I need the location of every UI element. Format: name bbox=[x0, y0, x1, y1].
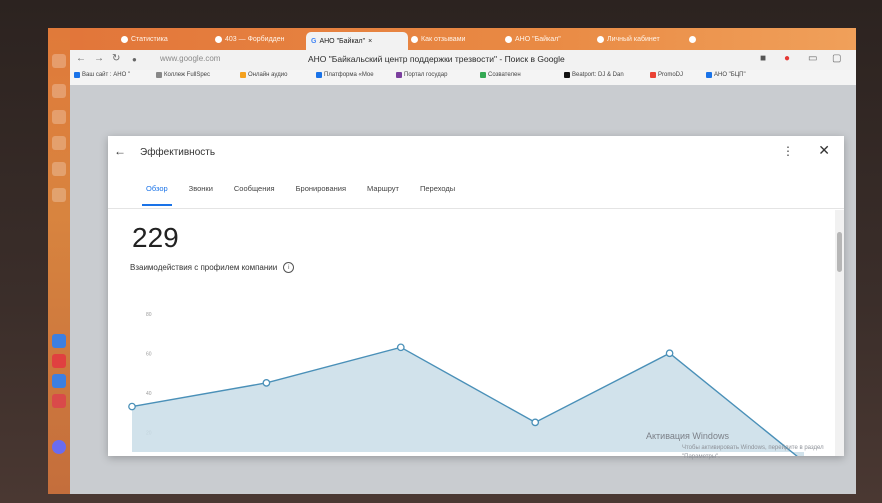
screen: Статистика 403 — Форбидден G АНО "Байкал"… bbox=[48, 28, 856, 494]
bookmark-favicon-icon bbox=[396, 72, 402, 78]
dialog-header: ← Эффективность ⋮ ✕ Обзор Звонки Сообщен… bbox=[108, 136, 844, 209]
tab-2-active[interactable]: G АНО "Байкал" × bbox=[306, 32, 408, 50]
new-tab-button[interactable] bbox=[684, 31, 714, 48]
data-point[interactable] bbox=[396, 343, 405, 352]
bookmark-item[interactable]: Платформа «Мое bbox=[316, 72, 374, 78]
tab-1[interactable]: 403 — Форбидден bbox=[210, 31, 302, 48]
bookmark-item[interactable]: Beatport: DJ & Dan bbox=[564, 72, 624, 78]
interactions-total: 229 bbox=[132, 222, 179, 253]
y-tick-label: 60 bbox=[146, 351, 152, 357]
bookmark-favicon-icon bbox=[240, 72, 246, 78]
tab-0[interactable]: Статистика bbox=[116, 31, 208, 48]
tab-overview[interactable]: Обзор bbox=[142, 178, 172, 206]
plus-icon bbox=[689, 36, 696, 43]
data-point[interactable] bbox=[262, 379, 271, 387]
messenger-icon[interactable] bbox=[52, 334, 66, 348]
youtube-icon[interactable] bbox=[52, 354, 66, 368]
tab-clicks[interactable]: Переходы bbox=[420, 178, 455, 200]
data-point[interactable] bbox=[665, 349, 674, 358]
bookmark-favicon-icon bbox=[74, 72, 80, 78]
scrollbar-thumb[interactable] bbox=[837, 232, 842, 272]
bookmark-favicon-icon bbox=[706, 72, 712, 78]
y-tick-label: 40 bbox=[146, 391, 152, 397]
forward-icon[interactable]: → bbox=[94, 53, 104, 64]
speed-dial-icon[interactable] bbox=[52, 84, 66, 98]
windows-activation-text: Чтобы активировать Windows, перейдите в … bbox=[682, 445, 824, 460]
page-title-text: АНО "Байкальский центр поддержки трезвос… bbox=[308, 54, 565, 64]
bookmarks-bar: Ваш сайт : АНО " Коллеж FullSpec Онлайн … bbox=[70, 70, 856, 86]
tab-strip: Статистика 403 — Форбидден G АНО "Байкал"… bbox=[70, 28, 856, 50]
address-bar: ← → ↻ ● www.google.com АНО "Байкальский … bbox=[70, 50, 856, 70]
bookmark-item[interactable]: Созвателен bbox=[480, 72, 521, 78]
bookmark-item[interactable]: Портал государ bbox=[396, 72, 447, 78]
tab-favicon-icon bbox=[505, 36, 512, 43]
extensions-icon[interactable] bbox=[52, 188, 66, 202]
dialog-title: Эффективность bbox=[140, 147, 216, 158]
bookmark-favicon-icon bbox=[480, 72, 486, 78]
data-point[interactable] bbox=[128, 402, 136, 411]
bookmark-favicon-icon bbox=[156, 72, 162, 78]
back-arrow-icon[interactable]: ← bbox=[114, 144, 126, 158]
bookmark-item[interactable]: Коллеж FullSpec bbox=[156, 72, 210, 78]
tab-calls[interactable]: Звонки bbox=[189, 178, 213, 200]
dialog-scrollbar[interactable] bbox=[835, 210, 844, 456]
opera-sidebar bbox=[48, 28, 70, 494]
tab-4[interactable]: АНО "Байкал" bbox=[500, 31, 592, 48]
tab-favicon-icon bbox=[411, 36, 418, 43]
tab-favicon-icon bbox=[597, 36, 604, 43]
bookmark-item[interactable]: АНО "БЦП" bbox=[706, 72, 746, 78]
windows-activation-title: Активация Windows bbox=[646, 431, 729, 441]
bookmark-favicon-icon bbox=[316, 72, 322, 78]
bookmark-favicon-icon bbox=[564, 72, 570, 78]
more-menu-icon[interactable]: ⋮ bbox=[782, 144, 794, 158]
bookmark-item[interactable]: Онлайн аудио bbox=[240, 72, 287, 78]
bookmark-favicon-icon bbox=[650, 72, 656, 78]
tab-close-icon[interactable]: × bbox=[368, 38, 372, 45]
url-text[interactable]: www.google.com bbox=[160, 54, 220, 63]
tab-bookings[interactable]: Бронирования bbox=[296, 178, 346, 200]
performance-dialog: ← Эффективность ⋮ ✕ Обзор Звонки Сообщен… bbox=[108, 136, 844, 456]
dialog-tabs: Обзор Звонки Сообщения Бронирования Марш… bbox=[142, 178, 476, 206]
tab-5[interactable]: Личный кабинет bbox=[592, 31, 684, 48]
bookmark-icon[interactable]: ■ bbox=[760, 53, 766, 64]
data-point[interactable] bbox=[531, 418, 540, 427]
bookmarks-icon[interactable] bbox=[52, 110, 66, 124]
music-icon[interactable] bbox=[52, 394, 66, 408]
vk-icon[interactable] bbox=[52, 374, 66, 388]
opera-icon[interactable]: ● bbox=[784, 53, 790, 64]
home-icon[interactable] bbox=[52, 54, 66, 68]
tab-favicon-icon bbox=[215, 36, 222, 43]
lock-icon: ● bbox=[132, 55, 137, 64]
history-icon[interactable] bbox=[52, 136, 66, 150]
info-icon[interactable]: i bbox=[283, 262, 295, 273]
downloads-icon[interactable] bbox=[52, 162, 66, 176]
snapshot-icon[interactable]: ▢ bbox=[832, 53, 841, 64]
close-icon[interactable]: ✕ bbox=[818, 142, 830, 159]
bookmark-item[interactable]: Ваш сайт : АНО " bbox=[74, 72, 130, 78]
settings-icon[interactable] bbox=[52, 440, 66, 454]
back-icon[interactable]: ← bbox=[76, 53, 86, 64]
reload-icon[interactable]: ↻ bbox=[112, 53, 120, 64]
y-tick-label: 80 bbox=[146, 312, 152, 318]
google-icon: G bbox=[311, 37, 317, 45]
metric-label: Взаимодействия с профилем компании i bbox=[130, 262, 295, 273]
battery-icon[interactable]: ▭ bbox=[808, 53, 817, 64]
tab-directions[interactable]: Маршрут bbox=[367, 178, 399, 200]
tab-favicon-icon bbox=[121, 36, 128, 43]
bookmark-item[interactable]: PromoDJ bbox=[650, 72, 683, 78]
tab-messages[interactable]: Сообщения bbox=[234, 178, 275, 200]
tab-3[interactable]: Как отзывами bbox=[406, 31, 498, 48]
